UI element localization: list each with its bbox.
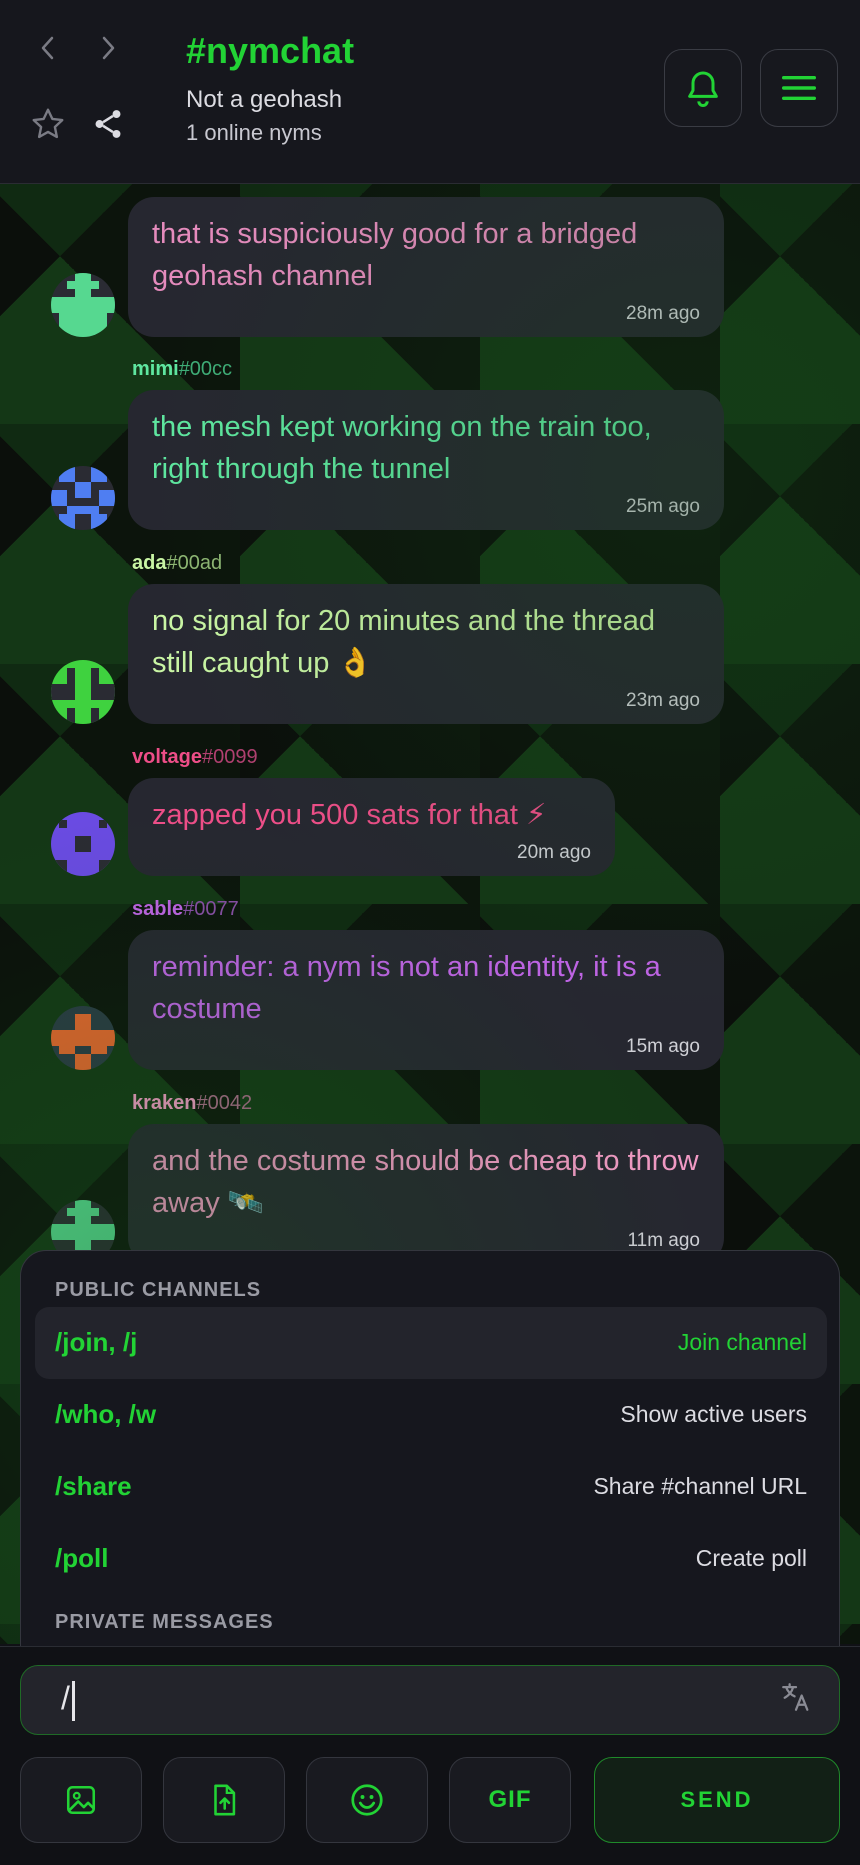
channel-subtitle: Not a geohash	[186, 86, 343, 113]
author-tag: #0099	[202, 746, 258, 768]
translate-icon[interactable]	[779, 1680, 813, 1719]
message-time: 15m ago	[626, 1036, 700, 1057]
avatar[interactable]	[51, 1006, 115, 1070]
message-input-value: /	[61, 1680, 75, 1721]
gif-button[interactable]: GIF	[449, 1757, 571, 1843]
message-author[interactable]: sable#0077	[132, 898, 239, 921]
hamburger-icon	[782, 76, 816, 100]
channel-title: #nymchat	[186, 30, 355, 71]
message-text: no signal for 20 minutes and the thread …	[152, 605, 655, 679]
message-time: 23m ago	[626, 690, 700, 711]
message-time: 28m ago	[626, 303, 700, 324]
author-name: ada	[132, 552, 167, 574]
message-text: and the costume should be cheap to throw…	[152, 1145, 699, 1219]
notifications-button[interactable]	[664, 49, 742, 127]
forward-arrow-icon[interactable]	[90, 30, 126, 66]
file-upload-button[interactable]	[163, 1757, 285, 1843]
header: #nymchat Not a geohash 1 online nyms	[0, 0, 860, 184]
image-icon	[66, 1785, 96, 1815]
file-upload-icon	[214, 1784, 236, 1816]
author-name: voltage	[132, 746, 203, 768]
command-name: /who, /w	[55, 1399, 157, 1429]
command-name: /share	[55, 1471, 132, 1501]
text-caret	[71, 1680, 75, 1721]
message-bubble[interactable]: zapped you 500 sats for that ⚡ 20m ago	[128, 778, 615, 876]
command-poll[interactable]: /poll Create poll	[35, 1523, 827, 1595]
avatar[interactable]	[51, 660, 115, 724]
bell-icon	[688, 71, 718, 107]
gif-label: GIF	[488, 1786, 532, 1813]
online-count: 1 online nyms	[186, 120, 322, 145]
command-desc: Join channel	[677, 1329, 807, 1355]
author-tag: #00ad	[166, 552, 223, 574]
author-tag: #0042	[196, 1092, 253, 1114]
avatar[interactable]	[51, 273, 115, 337]
avatar[interactable]	[51, 466, 115, 530]
message-author[interactable]: kraken#0042	[132, 1092, 252, 1115]
message-text: the mesh kept working on the train too, …	[152, 411, 652, 485]
command-desc: Create poll	[695, 1545, 807, 1571]
emoji-button[interactable]	[306, 1757, 428, 1843]
message-bubble[interactable]: the mesh kept working on the train too, …	[128, 390, 724, 530]
author-name: kraken	[132, 1092, 197, 1114]
author-tag: #00cc	[178, 358, 233, 380]
avatar[interactable]	[51, 812, 115, 876]
image-button[interactable]	[20, 1757, 142, 1843]
command-desc: Share #channel URL	[593, 1473, 807, 1499]
message-bubble[interactable]: reminder: a nym is not an identity, it i…	[128, 930, 724, 1070]
message-input[interactable]: /	[20, 1665, 840, 1735]
command-share[interactable]: /share Share #channel URL	[35, 1451, 827, 1523]
command-desc: Show active users	[620, 1401, 807, 1427]
message-bubble[interactable]: and the costume should be cheap to throw…	[128, 1124, 724, 1264]
emoji-icon	[351, 1784, 383, 1816]
back-arrow-icon[interactable]	[30, 30, 66, 66]
share-icon[interactable]	[88, 104, 128, 144]
message-text: zapped you 500 sats for that ⚡	[152, 799, 547, 831]
command-suggestions: PUBLIC CHANNELS /join, /j Join channel /…	[20, 1250, 840, 1650]
message-time: 20m ago	[517, 842, 591, 863]
message-author[interactable]: mimi#00cc	[132, 358, 232, 381]
command-who[interactable]: /who, /w Show active users	[35, 1379, 827, 1451]
message-author[interactable]: ada#00ad	[132, 552, 222, 575]
command-name: /poll	[55, 1543, 109, 1573]
author-name: mimi	[132, 358, 179, 380]
composer: / GIF SEND	[0, 1646, 860, 1865]
command-name: /join, /j	[55, 1327, 138, 1357]
message-time: 11m ago	[627, 1230, 700, 1251]
message-time: 25m ago	[626, 496, 700, 517]
star-icon[interactable]	[28, 104, 68, 144]
menu-button[interactable]	[760, 49, 838, 127]
message-text: that is suspiciously good for a bridged …	[152, 218, 638, 292]
message-bubble[interactable]: no signal for 20 minutes and the thread …	[128, 584, 724, 724]
command-join[interactable]: /join, /j Join channel	[35, 1307, 827, 1379]
message-author[interactable]: voltage#0099	[132, 746, 258, 769]
author-tag: #0077	[183, 898, 239, 920]
section-label-private: PRIVATE MESSAGES	[55, 1611, 274, 1633]
message-bubble[interactable]: that is suspiciously good for a bridged …	[128, 197, 724, 337]
send-button[interactable]: SEND	[594, 1757, 840, 1843]
message-text: reminder: a nym is not an identity, it i…	[152, 951, 661, 1025]
author-name: sable	[132, 898, 184, 920]
section-label-public: PUBLIC CHANNELS	[55, 1279, 262, 1301]
